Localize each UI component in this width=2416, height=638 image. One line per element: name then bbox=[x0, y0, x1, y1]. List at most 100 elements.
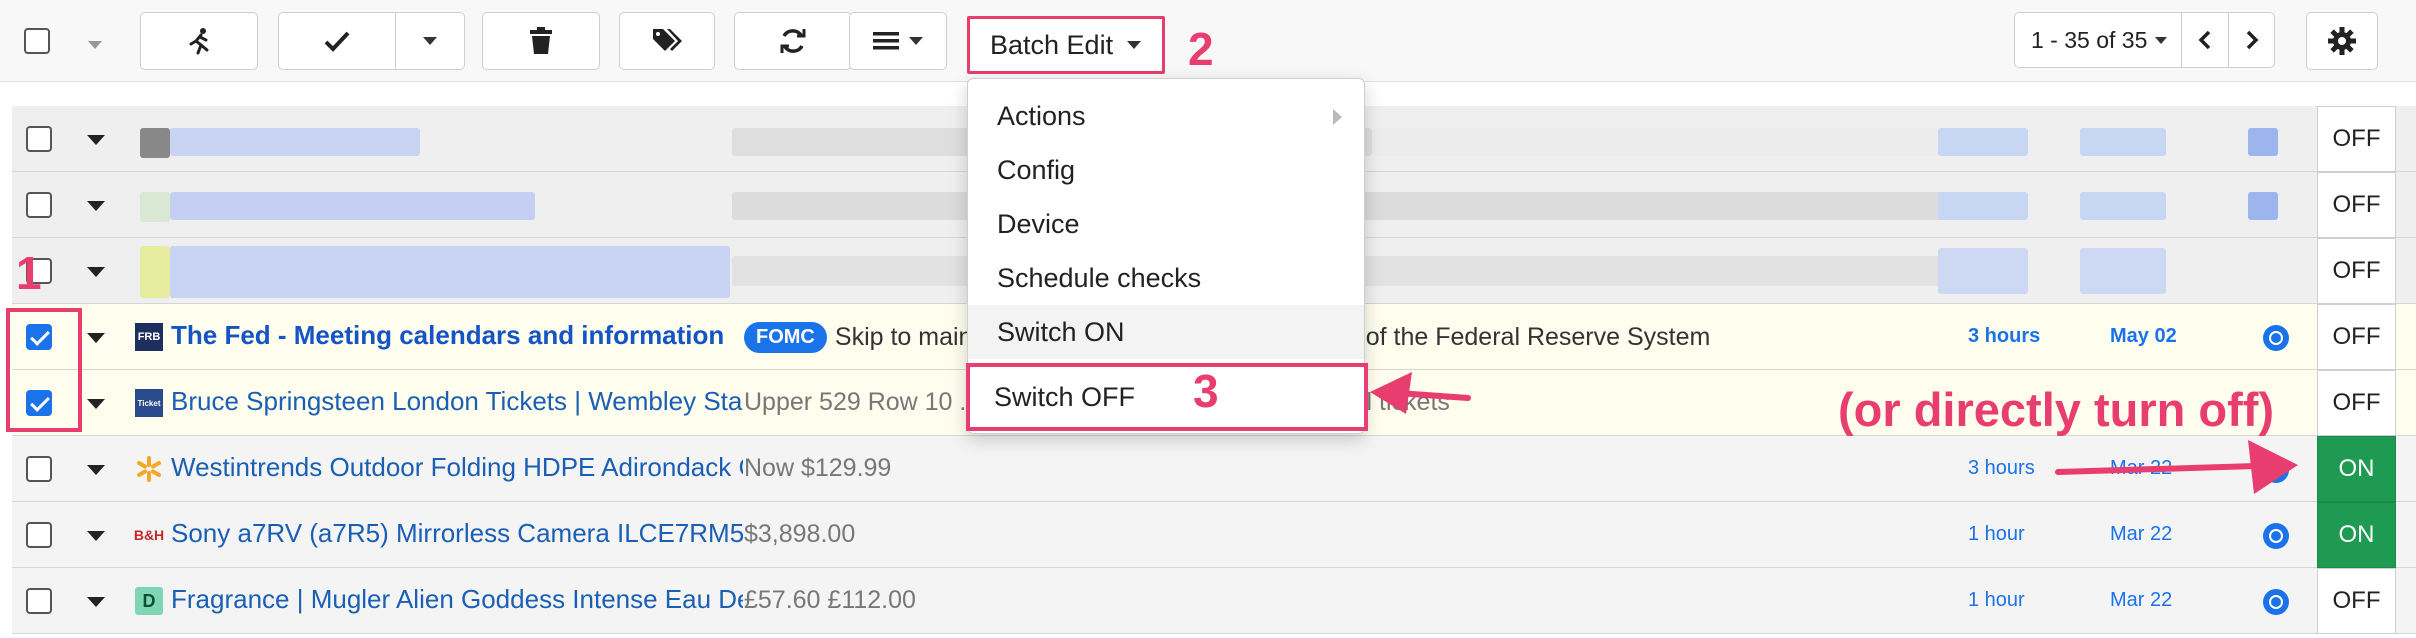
row-date: May 02 bbox=[2110, 325, 2177, 347]
row-snippet: £57.60 £112.00 bbox=[744, 586, 916, 614]
blurred-date bbox=[2080, 248, 2166, 294]
pager: 1 - 35 of 35 bbox=[2014, 12, 2276, 68]
toggle-button[interactable]: OFF bbox=[2317, 568, 2396, 634]
blurred-age bbox=[1938, 128, 2028, 156]
mark-checked-button[interactable] bbox=[278, 12, 396, 70]
row-age: 1 hour bbox=[1968, 523, 2025, 545]
menu-item-switch-on[interactable]: Switch ON bbox=[968, 305, 1364, 359]
pager-range: 1 - 35 of 35 bbox=[2031, 26, 2148, 53]
chevron-down-icon bbox=[1127, 41, 1142, 49]
checkbox-highlight-box bbox=[6, 308, 82, 432]
row-checkbox[interactable] bbox=[26, 126, 52, 152]
trash-icon bbox=[530, 27, 552, 54]
row-expand-caret[interactable] bbox=[87, 267, 105, 277]
row-date: Mar 22 bbox=[2110, 589, 2173, 611]
toggle-button[interactable]: OFF bbox=[2317, 304, 2396, 370]
row-snippet: $3,898.00 bbox=[744, 520, 856, 548]
refresh-icon bbox=[780, 29, 806, 53]
step-1-label: 1 bbox=[16, 247, 42, 299]
menu-item-actions[interactable]: Actions bbox=[968, 89, 1364, 143]
row-checkbox[interactable] bbox=[26, 192, 52, 218]
site-favicon: FRB bbox=[135, 323, 163, 351]
tag-icon bbox=[653, 29, 682, 51]
chevron-left-icon bbox=[2198, 30, 2211, 50]
blurred-favicon bbox=[140, 192, 170, 222]
list-icon bbox=[873, 32, 899, 50]
table-row[interactable]: Westintrends Outdoor Folding HDPE Adiron… bbox=[12, 436, 2416, 502]
chevron-right-icon bbox=[2246, 30, 2259, 50]
checkmark-icon bbox=[324, 31, 350, 52]
site-favicon: Ticket bbox=[135, 389, 163, 417]
step-2-label: 2 bbox=[1188, 23, 1214, 75]
row-title[interactable]: Westintrends Outdoor Folding HDPE Adiron… bbox=[171, 452, 743, 483]
select-menu-caret[interactable] bbox=[88, 36, 102, 54]
view-menu-button[interactable] bbox=[849, 12, 947, 70]
prev-page-button[interactable] bbox=[2182, 13, 2228, 67]
menu-item-label: Actions bbox=[997, 100, 1086, 131]
row-expand-caret[interactable] bbox=[87, 333, 105, 343]
row-checkbox[interactable] bbox=[26, 522, 52, 548]
row-checkbox[interactable] bbox=[26, 588, 52, 614]
run-button[interactable] bbox=[140, 12, 258, 70]
mark-checked-dropdown[interactable] bbox=[395, 12, 465, 70]
running-icon bbox=[189, 28, 209, 55]
menu-item-switch-off[interactable]: Switch OFF bbox=[966, 363, 1368, 431]
blurred-favicon bbox=[140, 246, 170, 298]
row-title[interactable]: Bruce Springsteen London Tickets | Wembl… bbox=[171, 386, 743, 417]
row-date: Mar 22 bbox=[2110, 457, 2173, 479]
row-expand-caret[interactable] bbox=[87, 597, 105, 607]
toggle-button[interactable]: ON bbox=[2317, 436, 2396, 502]
row-age: 1 hour bbox=[1968, 589, 2025, 611]
row-expand-caret[interactable] bbox=[87, 531, 105, 541]
tag-badge[interactable]: FOMC bbox=[744, 322, 827, 353]
batch-edit-menu: Actions Config Device Schedule checks Sw… bbox=[966, 78, 1368, 434]
row-expand-caret[interactable] bbox=[87, 201, 105, 211]
site-favicon: D bbox=[135, 587, 163, 615]
menu-item-schedule-checks[interactable]: Schedule checks bbox=[968, 251, 1364, 305]
batch-edit-label: Batch Edit bbox=[990, 29, 1114, 60]
row-title[interactable]: Sony a7RV (a7R5) Mirrorless Camera ILCE7… bbox=[171, 518, 743, 549]
refresh-button[interactable] bbox=[734, 12, 852, 70]
toggle-button[interactable]: OFF bbox=[2317, 370, 2396, 436]
chevron-right-icon bbox=[1333, 109, 1342, 125]
blurred-date bbox=[2080, 192, 2166, 220]
settings-button[interactable] bbox=[2306, 12, 2378, 70]
gear-icon bbox=[2328, 27, 2356, 55]
table-row[interactable]: B&H Sony a7RV (a7R5) Mirrorless Camera I… bbox=[12, 502, 2416, 568]
row-date: Mar 22 bbox=[2110, 523, 2173, 545]
menu-item-config[interactable]: Config bbox=[968, 143, 1364, 197]
toggle-button[interactable]: ON bbox=[2317, 502, 2396, 568]
row-title[interactable]: The Fed - Meeting calendars and informat… bbox=[171, 320, 743, 351]
row-age: 3 hours bbox=[1968, 325, 2041, 347]
row-expand-caret[interactable] bbox=[87, 465, 105, 475]
batch-edit-button[interactable]: Batch Edit bbox=[967, 16, 1165, 74]
toggle-button[interactable]: OFF bbox=[2317, 106, 2396, 172]
blurred-title bbox=[170, 246, 730, 298]
next-page-button[interactable] bbox=[2228, 13, 2274, 67]
site-favicon: B&H bbox=[133, 527, 165, 543]
blurred-title bbox=[170, 192, 535, 220]
tag-button[interactable] bbox=[619, 12, 715, 70]
chrome-icon bbox=[2263, 457, 2289, 483]
blurred-icon bbox=[2248, 192, 2278, 220]
blurred-age bbox=[1938, 248, 2028, 294]
toggle-button[interactable]: OFF bbox=[2317, 238, 2396, 304]
row-expand-caret[interactable] bbox=[87, 135, 105, 145]
menu-item-device[interactable]: Device bbox=[968, 197, 1364, 251]
row-title[interactable]: Fragrance | Mugler Alien Goddess Intense… bbox=[171, 584, 743, 615]
select-all-checkbox[interactable] bbox=[24, 28, 50, 54]
toggle-button[interactable]: OFF bbox=[2317, 172, 2396, 238]
blurred-age bbox=[1938, 192, 2028, 220]
delete-button[interactable] bbox=[482, 12, 600, 70]
row-expand-caret[interactable] bbox=[87, 399, 105, 409]
blurred-title bbox=[170, 128, 420, 156]
chrome-icon bbox=[2263, 589, 2289, 615]
chrome-icon bbox=[2263, 325, 2289, 351]
pager-range-dropdown[interactable]: 1 - 35 of 35 bbox=[2015, 13, 2183, 67]
chrome-icon bbox=[2263, 523, 2289, 549]
table-row[interactable]: D Fragrance | Mugler Alien Goddess Inten… bbox=[12, 568, 2416, 634]
blurred-icon bbox=[2248, 128, 2278, 156]
row-checkbox[interactable] bbox=[26, 456, 52, 482]
walmart-spark-icon bbox=[137, 456, 161, 482]
blurred-favicon bbox=[140, 128, 170, 158]
